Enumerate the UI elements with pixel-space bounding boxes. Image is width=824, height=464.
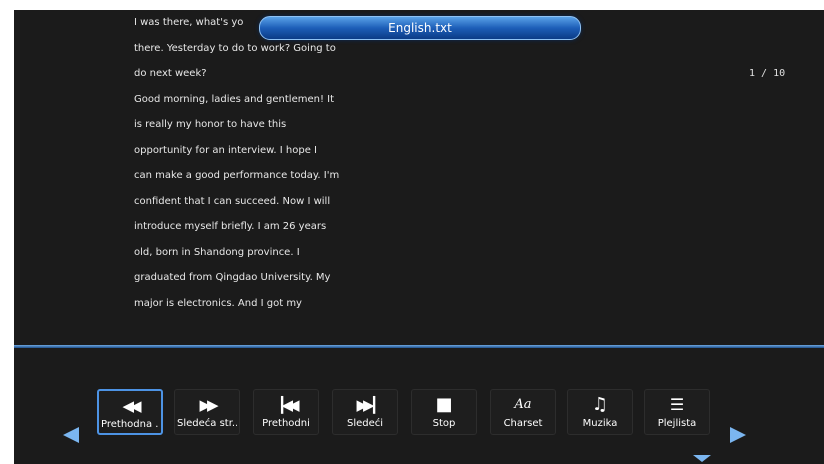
button-label: Muzika bbox=[582, 418, 618, 429]
previous-file-button[interactable]: Prethodni bbox=[253, 389, 319, 435]
text-content-area[interactable]: I was there, what's yo there. Yesterday … bbox=[14, 10, 824, 345]
music-icon bbox=[568, 396, 632, 414]
music-button[interactable]: Muzika bbox=[567, 389, 633, 435]
text-line: confident that I can succeed. Now I will bbox=[134, 195, 331, 207]
rewind-icon bbox=[99, 397, 161, 415]
button-label: Prethodni bbox=[262, 418, 310, 429]
scroll-down-arrow-icon[interactable] bbox=[693, 455, 711, 462]
scroll-left-arrow-icon[interactable] bbox=[63, 427, 79, 443]
next-page-button[interactable]: Sledeća str... bbox=[174, 389, 240, 435]
skip-next-icon bbox=[333, 396, 397, 414]
button-label: Sledeća str... bbox=[177, 418, 237, 429]
previous-page-button[interactable]: Prethodna ... bbox=[97, 389, 163, 435]
text-line: opportunity for an interview. I hope I bbox=[134, 144, 317, 156]
text-line: do next week? bbox=[134, 68, 207, 79]
button-label: Sledeći bbox=[346, 418, 384, 429]
text-viewer-screen: I was there, what's yo there. Yesterday … bbox=[14, 10, 824, 464]
text-line: old, born in Shandong province. I bbox=[134, 246, 300, 258]
skip-previous-icon bbox=[254, 396, 318, 414]
text-line: Good morning, ladies and gentlemen! It bbox=[134, 93, 335, 105]
text-line: can make a good performance today. I'm bbox=[134, 170, 340, 181]
text-line: is really my honor to have this bbox=[134, 119, 287, 130]
next-file-button[interactable]: Sledeći bbox=[332, 389, 398, 435]
control-toolbar: Prethodna ... Sledeća str... Prethodni S… bbox=[14, 348, 824, 464]
stop-button[interactable]: Stop bbox=[411, 389, 477, 435]
button-label: Charset bbox=[503, 418, 543, 429]
scroll-right-arrow-icon[interactable] bbox=[730, 427, 746, 443]
page-indicator: 1 / 10 bbox=[749, 68, 786, 79]
text-line: major is electronics. And I got my bbox=[134, 297, 302, 309]
button-label: Stop bbox=[432, 418, 456, 429]
fast-forward-icon bbox=[175, 396, 239, 414]
playlist-button[interactable]: Plejlista bbox=[644, 389, 710, 435]
text-line: introduce myself briefly. I am 26 years bbox=[134, 221, 327, 232]
button-label: Plejlista bbox=[657, 418, 697, 429]
charset-icon: Aa bbox=[514, 397, 532, 412]
playlist-icon bbox=[645, 396, 709, 414]
button-label: Prethodna ... bbox=[101, 419, 159, 430]
file-title: English.txt bbox=[259, 16, 581, 40]
charset-button[interactable]: Aa Charset bbox=[490, 389, 556, 435]
text-line: graduated from Qingdao University. My bbox=[134, 272, 331, 283]
text-lines: I was there, what's yo there. Yesterday … bbox=[134, 15, 394, 321]
stop-icon bbox=[412, 396, 476, 414]
text-line: there. Yesterday to do to work? Going to bbox=[134, 42, 336, 54]
